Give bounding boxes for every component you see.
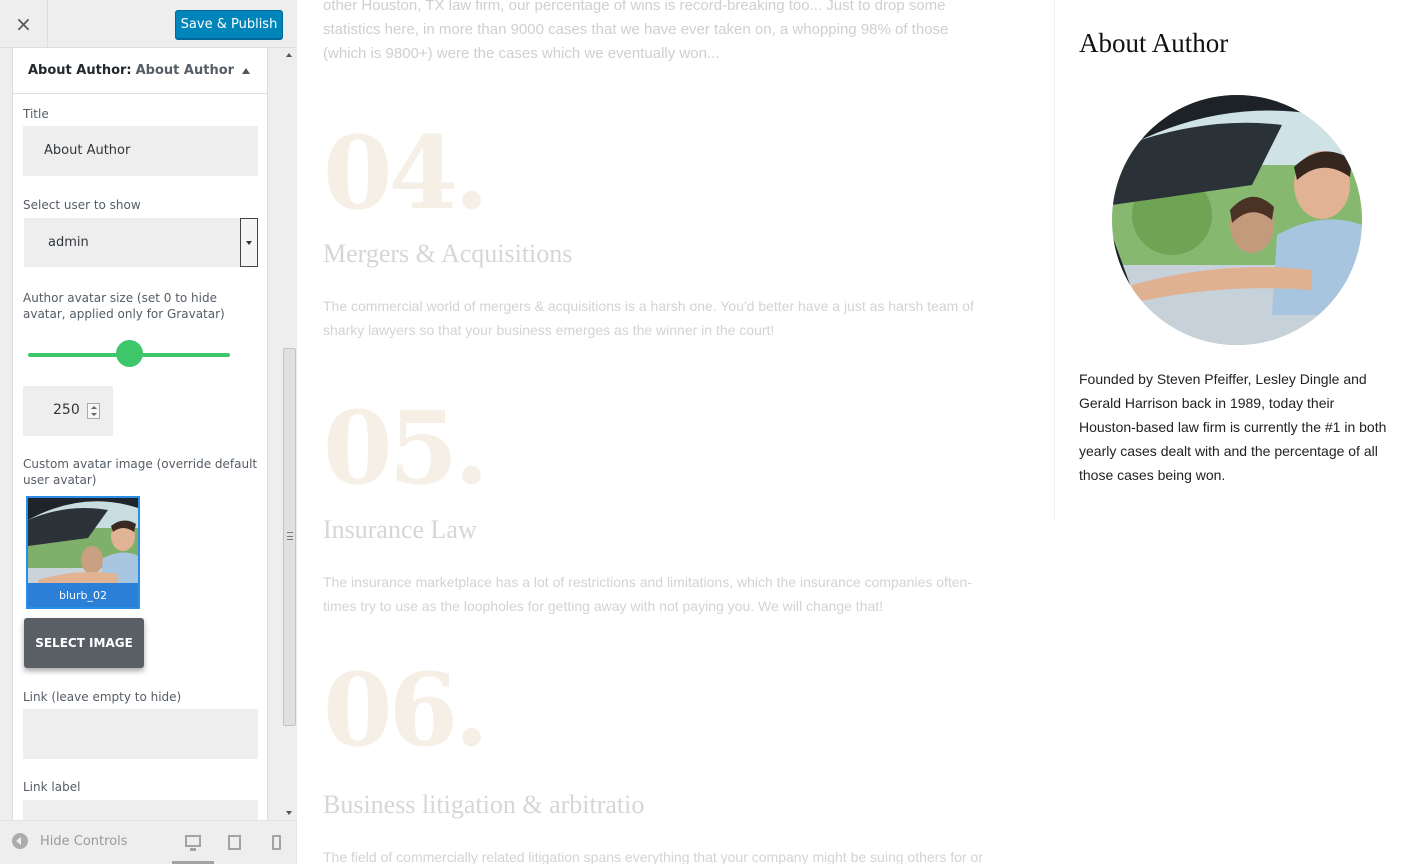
desktop-icon[interactable] xyxy=(185,835,201,851)
section-number: 04. xyxy=(323,114,489,232)
avatar-thumbnail-caption: blurb_02 xyxy=(28,583,138,607)
select-arrow-icon[interactable] xyxy=(240,218,258,267)
collapse-arrow-icon[interactable] xyxy=(242,68,250,74)
customizer-footer: Hide Controls xyxy=(0,820,297,864)
section-text: The field of commercially related litiga… xyxy=(323,849,983,864)
author-avatar-image xyxy=(1112,95,1362,345)
widget-panel: About Author: About Author Title About A… xyxy=(12,48,268,820)
sidebar-divider xyxy=(1054,0,1055,520)
hide-controls-icon xyxy=(12,833,28,849)
section-number: 05. xyxy=(323,389,489,507)
section-number: 06. xyxy=(323,651,489,769)
author-avatar xyxy=(1112,95,1362,345)
close-icon: × xyxy=(15,11,32,36)
widget-header-title: About Author: xyxy=(28,63,132,78)
hide-controls-button[interactable]: Hide Controls xyxy=(12,833,128,849)
about-author-title: About Author xyxy=(1079,28,1229,58)
user-select[interactable]: admin xyxy=(24,218,258,267)
hide-controls-label: Hide Controls xyxy=(40,833,128,849)
title-input[interactable]: About Author xyxy=(23,126,258,176)
title-label: Title xyxy=(23,107,49,121)
tablet-icon[interactable] xyxy=(228,835,241,850)
link-label: Link (leave empty to hide) xyxy=(23,690,182,704)
avatar-size-slider-handle[interactable] xyxy=(115,340,143,367)
panel-scrollbar[interactable] xyxy=(281,48,297,820)
customizer-header: × Save & Publish xyxy=(0,0,297,48)
mobile-icon[interactable] xyxy=(272,835,281,850)
select-image-button[interactable]: SELECT IMAGE xyxy=(24,618,144,668)
scrollbar-grip-icon xyxy=(287,532,293,540)
user-select-label: Select user to show xyxy=(23,198,141,212)
site-preview: other Houston, TX law firm, our percenta… xyxy=(297,0,1419,864)
widget-header[interactable]: About Author: About Author xyxy=(13,48,267,94)
save-publish-button[interactable]: Save & Publish xyxy=(175,10,283,39)
avatar-size-input[interactable]: 250 xyxy=(23,386,113,436)
intro-paragraph: other Houston, TX law firm, our percenta… xyxy=(323,0,949,62)
custom-avatar-label: Custom avatar image (override default us… xyxy=(23,457,258,487)
title-input-value: About Author xyxy=(44,143,131,158)
avatar-size-value: 250 xyxy=(53,402,80,418)
section-title: Insurance Law xyxy=(323,515,477,544)
section-title: Business litigation & arbitratio xyxy=(323,790,645,819)
widget-header-subtitle: About Author xyxy=(135,63,235,78)
spinner-icon[interactable] xyxy=(87,403,100,419)
section-title: Mergers & Acquisitions xyxy=(323,239,573,268)
link-input[interactable] xyxy=(23,709,258,759)
section-text: The commercial world of mergers & acquis… xyxy=(323,298,974,338)
customizer-sidebar: × Save & Publish About Author: About Aut… xyxy=(0,0,297,864)
avatar-thumbnail[interactable]: blurb_02 xyxy=(26,496,140,609)
user-select-value: admin xyxy=(48,235,89,250)
close-button[interactable]: × xyxy=(0,0,48,47)
link-label-input[interactable] xyxy=(23,800,258,820)
section-text: The insurance marketplace has a lot of r… xyxy=(323,574,972,614)
avatar-size-label: Author avatar size (set 0 to hide avatar… xyxy=(23,291,225,321)
scroll-up-icon[interactable] xyxy=(286,53,292,57)
link-label-label: Link label xyxy=(23,780,81,794)
scroll-down-icon[interactable] xyxy=(286,811,292,815)
scrollbar-thumb[interactable] xyxy=(283,348,296,726)
about-author-bio: Founded by Steven Pfeiffer, Lesley Dingl… xyxy=(1079,371,1387,483)
